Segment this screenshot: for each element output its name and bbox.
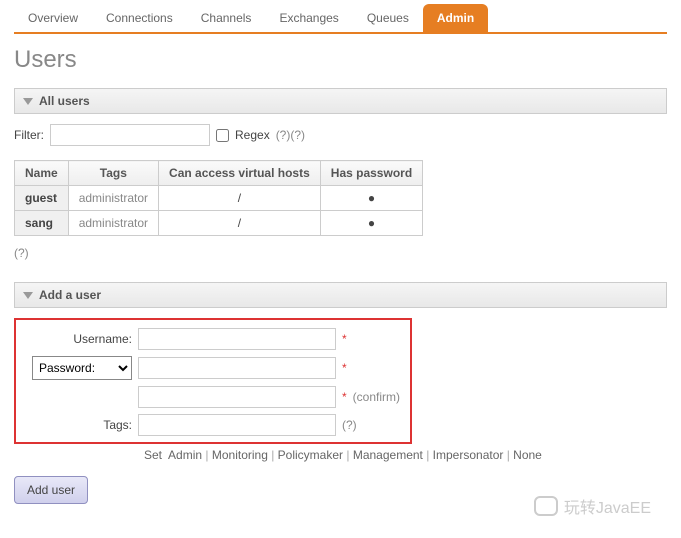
tab-queues[interactable]: Queues [353, 4, 423, 32]
password-input[interactable] [138, 357, 336, 379]
collapse-icon [23, 292, 33, 299]
page-title: Users [14, 46, 667, 74]
col-tags[interactable]: Tags [68, 161, 158, 186]
user-haspw: ● [320, 211, 422, 236]
collapse-icon [23, 98, 33, 105]
tags-input[interactable] [138, 414, 336, 436]
preset-policymaker[interactable]: Policymaker [278, 448, 343, 462]
preset-none[interactable]: None [513, 448, 542, 462]
user-vhosts: / [159, 186, 321, 211]
tab-admin[interactable]: Admin [423, 4, 488, 32]
tags-hint[interactable]: (?) [342, 418, 357, 432]
tab-connections[interactable]: Connections [92, 4, 187, 32]
tab-exchanges[interactable]: Exchanges [265, 4, 352, 32]
table-row: sang administrator / ● [15, 211, 423, 236]
required-mark: * [342, 332, 347, 346]
add-user-form: Username: * Password: * * (confirm) Tags… [14, 318, 412, 444]
wechat-icon [534, 496, 558, 516]
preset-admin[interactable]: Admin [168, 448, 202, 462]
user-name[interactable]: sang [15, 211, 69, 236]
section-label: All users [39, 94, 90, 108]
user-haspw: ● [320, 186, 422, 211]
col-name[interactable]: Name [15, 161, 69, 186]
username-label: Username: [26, 332, 132, 346]
col-haspw[interactable]: Has password [320, 161, 422, 186]
table-hint[interactable]: (?) [14, 246, 667, 260]
section-all-users[interactable]: All users [14, 88, 667, 114]
table-header-row: Name Tags Can access virtual hosts Has p… [15, 161, 423, 186]
tags-label: Tags: [26, 418, 132, 432]
tab-bar: Overview Connections Channels Exchanges … [14, 4, 667, 34]
watermark: 玩转JavaEE [534, 494, 651, 518]
table-row: guest administrator / ● [15, 186, 423, 211]
watermark-text: 玩转JavaEE [564, 494, 651, 518]
tab-overview[interactable]: Overview [14, 4, 92, 32]
section-add-user[interactable]: Add a user [14, 282, 667, 308]
preset-impersonator[interactable]: Impersonator [433, 448, 504, 462]
preset-management[interactable]: Management [353, 448, 423, 462]
col-vhosts[interactable]: Can access virtual hosts [159, 161, 321, 186]
user-name[interactable]: guest [15, 186, 69, 211]
users-table: Name Tags Can access virtual hosts Has p… [14, 160, 423, 236]
filter-label: Filter: [14, 128, 44, 142]
tag-presets: Set Admin | Monitoring | Policymaker | M… [144, 448, 667, 462]
user-tags: administrator [68, 186, 158, 211]
regex-label: Regex [235, 128, 270, 142]
required-mark: * [342, 361, 347, 375]
set-prefix: Set [144, 448, 162, 462]
required-mark: * [342, 390, 347, 404]
password-type-select[interactable]: Password: [32, 356, 132, 380]
user-tags: administrator [68, 211, 158, 236]
add-user-button[interactable]: Add user [14, 476, 88, 504]
user-vhosts: / [159, 211, 321, 236]
username-input[interactable] [138, 328, 336, 350]
regex-checkbox[interactable] [216, 129, 229, 142]
filter-row: Filter: Regex (?)(?) [14, 124, 667, 146]
section-label: Add a user [39, 288, 101, 302]
confirm-label: (confirm) [353, 390, 400, 404]
filter-hints[interactable]: (?)(?) [276, 128, 305, 142]
filter-input[interactable] [50, 124, 210, 146]
password-confirm-input[interactable] [138, 386, 336, 408]
preset-monitoring[interactable]: Monitoring [212, 448, 268, 462]
tab-channels[interactable]: Channels [187, 4, 266, 32]
